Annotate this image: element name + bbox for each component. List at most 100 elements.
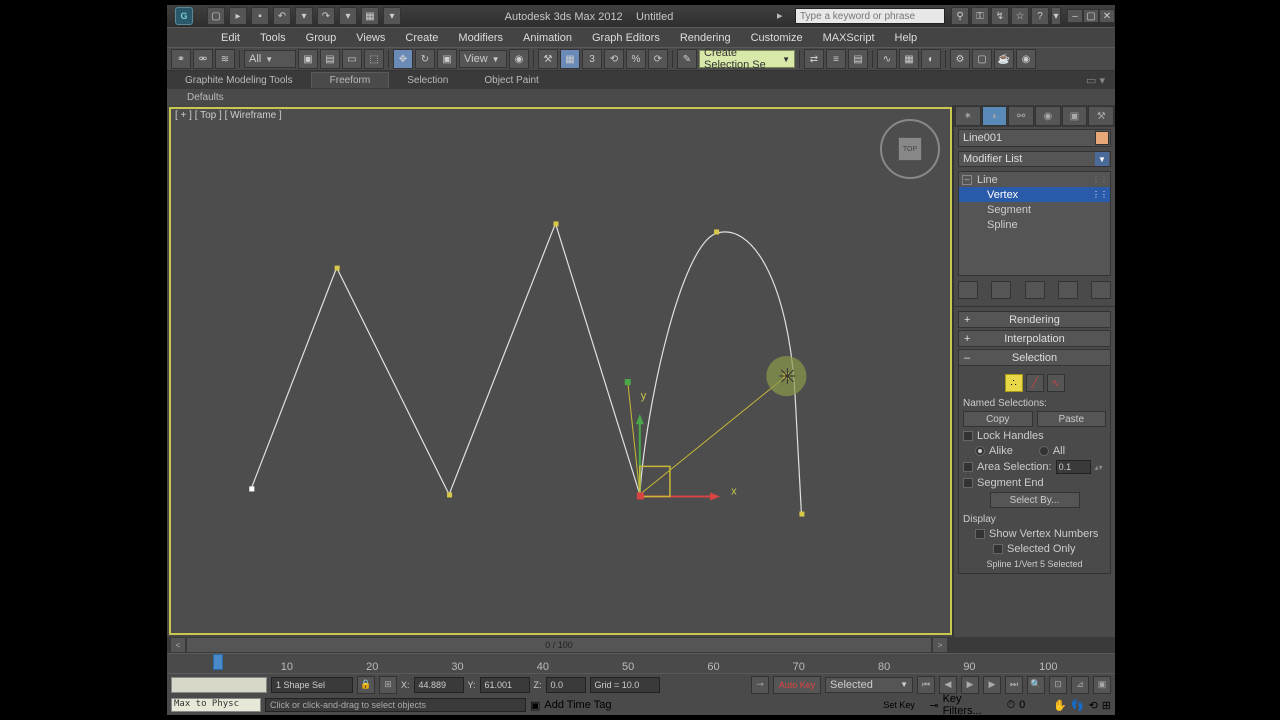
- time-next-icon[interactable]: >: [933, 638, 947, 652]
- key-mode-icon[interactable]: ⊸: [751, 676, 769, 694]
- open-icon[interactable]: ▸: [229, 7, 247, 25]
- nav-zoomext-icon[interactable]: ▣: [1093, 676, 1111, 694]
- nav-walk-icon[interactable]: 👣: [1071, 699, 1085, 712]
- help-icon[interactable]: ?: [1031, 7, 1049, 25]
- menu-help[interactable]: Help: [885, 29, 928, 47]
- menu-views[interactable]: Views: [346, 29, 395, 47]
- link-icon[interactable]: ⚭: [171, 49, 191, 69]
- schematic-icon[interactable]: ▦: [899, 49, 919, 69]
- subobj-spline-icon[interactable]: ∿: [1047, 374, 1065, 392]
- select-rect-icon[interactable]: ▭: [342, 49, 362, 69]
- configure-sets-icon[interactable]: [1091, 281, 1111, 299]
- help-drop-icon[interactable]: ▾: [1051, 7, 1061, 25]
- menu-tools[interactable]: Tools: [250, 29, 296, 47]
- ribbon-subtab-defaults[interactable]: Defaults: [177, 91, 234, 104]
- prev-frame-icon[interactable]: ◀: [939, 676, 957, 694]
- panel-tab-create-icon[interactable]: ✶: [955, 106, 981, 126]
- modifier-list-combo[interactable]: Modifier List▼: [958, 151, 1111, 167]
- infocenter-toggle-icon[interactable]: ▸: [777, 9, 791, 23]
- panel-tab-modify-icon[interactable]: ◗: [982, 106, 1008, 126]
- menu-group[interactable]: Group: [296, 29, 347, 47]
- lock-selection-icon[interactable]: 🔒: [357, 676, 375, 694]
- menu-create[interactable]: Create: [395, 29, 448, 47]
- goto-start-icon[interactable]: ⏮: [917, 676, 935, 694]
- bind-icon[interactable]: ≋: [215, 49, 235, 69]
- show-vertex-numbers-checkbox[interactable]: [975, 529, 985, 539]
- time-prev-icon[interactable]: <: [171, 638, 185, 652]
- close-button[interactable]: ✕: [1099, 9, 1115, 23]
- named-selection-combo[interactable]: Create Selection Se▼: [699, 50, 795, 68]
- menu-modifiers[interactable]: Modifiers: [448, 29, 513, 47]
- menu-edit[interactable]: Edit: [211, 29, 250, 47]
- favorites-icon[interactable]: ☆: [1011, 7, 1029, 25]
- render-prod-icon[interactable]: ◉: [1016, 49, 1036, 69]
- paste-button[interactable]: Paste: [1037, 411, 1107, 427]
- current-frame-field[interactable]: 0: [1019, 699, 1049, 711]
- nav-zoomall-icon[interactable]: ⊡: [1049, 676, 1067, 694]
- rollout-rendering[interactable]: +Rendering: [958, 311, 1111, 328]
- ribbon-tab-freeform[interactable]: Freeform: [311, 72, 390, 88]
- alike-radio[interactable]: [975, 446, 985, 456]
- menu-rendering[interactable]: Rendering: [670, 29, 741, 47]
- menu-grapheditors[interactable]: Graph Editors: [582, 29, 670, 47]
- redo-drop-icon[interactable]: ▾: [339, 7, 357, 25]
- next-frame-icon[interactable]: ▶: [983, 676, 1001, 694]
- viewport-label[interactable]: [ + ] [ Top ] [ Wireframe ]: [175, 110, 282, 121]
- play-icon[interactable]: ▶: [961, 676, 979, 694]
- search-go-icon[interactable]: ⚲: [951, 7, 969, 25]
- modifier-stack[interactable]: –Line⋮⋮ Vertex⋮⋮ Segment Spline: [958, 171, 1111, 276]
- nav-pan-icon[interactable]: ✋: [1053, 699, 1067, 712]
- mirror-icon[interactable]: ⇄: [804, 49, 824, 69]
- project-drop-icon[interactable]: ▾: [383, 7, 401, 25]
- angle-snap-icon[interactable]: ⟲: [604, 49, 624, 69]
- percent-snap-icon[interactable]: %: [626, 49, 646, 69]
- all-radio[interactable]: [1039, 446, 1049, 456]
- align-icon[interactable]: ≡: [826, 49, 846, 69]
- render-icon[interactable]: ☕: [994, 49, 1014, 69]
- pivot-icon[interactable]: ◉: [509, 49, 529, 69]
- nav-fov-icon[interactable]: ⊿: [1071, 676, 1089, 694]
- panel-tab-motion-icon[interactable]: ◉: [1035, 106, 1061, 126]
- stack-row-spline[interactable]: Spline: [959, 217, 1110, 232]
- manipulate-icon[interactable]: ⚒: [538, 49, 558, 69]
- lock-handles-checkbox[interactable]: [963, 431, 973, 441]
- key-filters-button[interactable]: Key Filters...: [943, 693, 1003, 717]
- app-logo-icon[interactable]: G: [175, 7, 193, 25]
- rollout-selection[interactable]: –Selection: [958, 349, 1111, 366]
- panel-tab-utilities-icon[interactable]: ⚒: [1088, 106, 1114, 126]
- selection-filter-combo[interactable]: All▼: [244, 50, 296, 68]
- layers-icon[interactable]: ▤: [848, 49, 868, 69]
- timeconfig-icon[interactable]: ⏱: [1007, 699, 1016, 712]
- time-slider[interactable]: 0 / 100: [187, 638, 931, 652]
- ribbon-tab-selection[interactable]: Selection: [389, 73, 466, 88]
- ribbon-tab-graphite[interactable]: Graphite Modeling Tools: [167, 73, 311, 88]
- minimize-button[interactable]: –: [1067, 9, 1083, 23]
- save-icon[interactable]: ▪: [251, 7, 269, 25]
- project-icon[interactable]: ▦: [361, 7, 379, 25]
- viewport[interactable]: [ + ] [ Top ] [ Wireframe ] TOP: [167, 105, 953, 637]
- object-name-field[interactable]: Line001: [958, 129, 1111, 147]
- window-crossing-icon[interactable]: ⬚: [364, 49, 384, 69]
- subobj-vertex-icon[interactable]: ∴: [1005, 374, 1023, 392]
- viewcube[interactable]: TOP: [880, 119, 940, 179]
- autokey-button[interactable]: Auto Key: [773, 676, 821, 694]
- keyboard-shortcut-icon[interactable]: ▦: [560, 49, 580, 69]
- search-input[interactable]: Type a keyword or phrase: [795, 8, 945, 24]
- area-selection-spinner[interactable]: 0.1: [1056, 460, 1091, 474]
- y-coord-field[interactable]: 61.001: [480, 677, 530, 693]
- menu-customize[interactable]: Customize: [741, 29, 813, 47]
- scale-icon[interactable]: ▣: [437, 49, 457, 69]
- maxscript-listener[interactable]: Max to Physc: [171, 698, 261, 712]
- subobj-segment-icon[interactable]: ╱: [1026, 374, 1044, 392]
- pin-stack-icon[interactable]: [958, 281, 978, 299]
- setkey-button[interactable]: Set Key: [883, 700, 925, 710]
- add-time-tag[interactable]: Add Time Tag: [544, 699, 624, 711]
- ribbon-toggle-icon[interactable]: ▭ ▾: [1086, 74, 1105, 87]
- select-icon[interactable]: ▣: [298, 49, 318, 69]
- timeline-track[interactable]: 10 20 30 40 50 60 70 80 90 100: [167, 653, 1115, 673]
- make-unique-icon[interactable]: [1025, 281, 1045, 299]
- snap-icon[interactable]: 3: [582, 49, 602, 69]
- subscription-icon[interactable]: ⚿: [971, 7, 989, 25]
- stack-row-line[interactable]: –Line⋮⋮: [959, 172, 1110, 187]
- area-selection-checkbox[interactable]: [963, 462, 973, 472]
